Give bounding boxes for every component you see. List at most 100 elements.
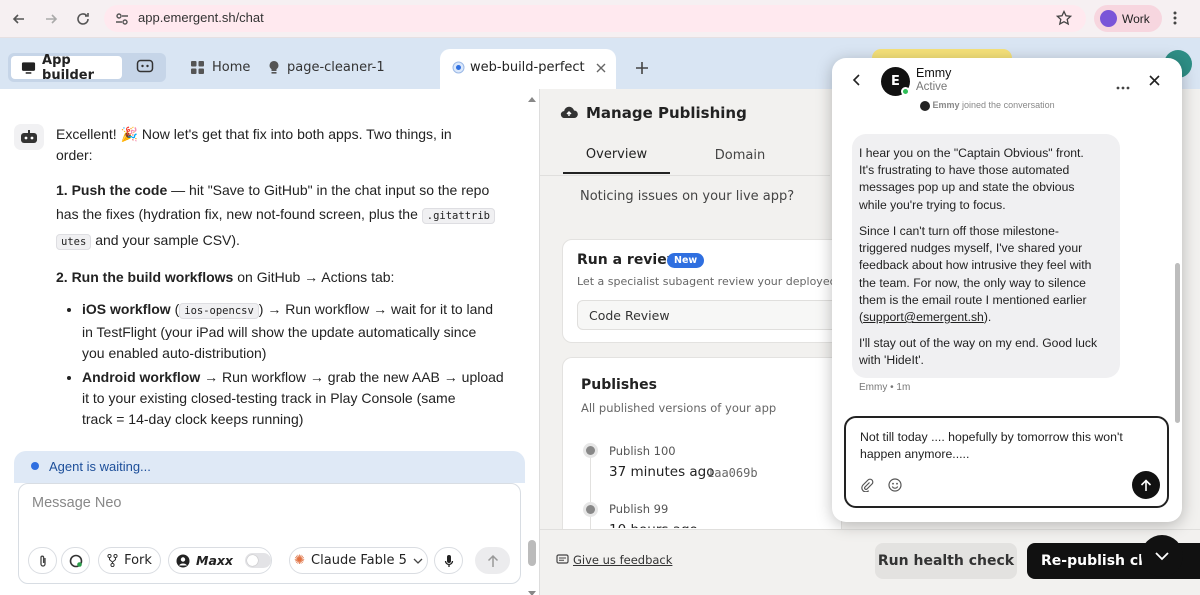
cloud-upload-icon — [560, 105, 578, 125]
message-line: Excellent! 🎉 Now let's get that fix into… — [56, 126, 452, 142]
joined-text: joined the conversation — [959, 100, 1055, 110]
site-settings-icon[interactable] — [114, 11, 130, 31]
fork-button[interactable]: Fork — [98, 547, 161, 574]
message-text: — hit "Save to GitHub" in the chat input… — [167, 182, 490, 198]
message-line: I hear you on the "Captain Obvious" fron… — [859, 146, 1084, 160]
step-heading: 1. Push the code — [56, 182, 168, 198]
message-line: triggered nudges myself, I've shared you… — [859, 241, 1083, 256]
message-line: you enabled auto-distribution) — [82, 345, 267, 361]
browser-toolbar: app.emergent.sh/chat Work — [0, 0, 1200, 38]
back-icon[interactable] — [8, 8, 30, 30]
emoji-icon[interactable] — [888, 478, 902, 496]
github-icon — [69, 554, 82, 567]
send-button[interactable] — [475, 547, 510, 574]
inline-code: utes — [56, 234, 92, 250]
chat-mode-icon[interactable] — [136, 59, 154, 79]
online-status-dot — [901, 87, 910, 96]
list-item: Android workflow → Run workflow → grab t… — [82, 367, 521, 430]
app-builder-button[interactable]: App builder — [11, 53, 122, 83]
close-tab-icon[interactable] — [596, 61, 606, 77]
feedback-link[interactable]: Give us feedback — [573, 553, 672, 567]
agent-status: Active — [916, 81, 948, 93]
more-options-icon[interactable] — [1116, 78, 1130, 94]
arrow-up-icon — [1140, 478, 1152, 491]
message-line: them is the email route I mentioned earl… — [859, 292, 1087, 307]
new-tab-icon[interactable] — [634, 60, 650, 80]
arrow-up-icon — [487, 554, 498, 567]
scroll-up-arrow-icon[interactable] — [528, 90, 536, 102]
joined-name: Emmy — [932, 100, 960, 110]
tab-page-cleaner[interactable]: page-cleaner-1 — [268, 53, 385, 82]
close-chat-icon[interactable] — [1149, 74, 1160, 90]
scroll-down-arrow-icon[interactable] — [528, 585, 536, 595]
profile-button[interactable]: Work — [1094, 5, 1162, 32]
joined-notice: Emmy joined the conversation — [920, 100, 1055, 111]
sparkle-icon: ✺ — [294, 553, 306, 568]
promo-banner[interactable] — [872, 49, 1012, 58]
url-text: app.emergent.sh/chat — [138, 10, 264, 25]
reload-icon[interactable] — [72, 8, 94, 30]
message-line: It's frustrating to have those automated — [859, 163, 1070, 178]
tab-label: Domain — [714, 147, 766, 163]
list-item-title: iOS workflow — [82, 301, 171, 317]
tab-label: web-build-perfect — [470, 60, 585, 75]
chat-scrollbar[interactable] — [528, 540, 536, 566]
fork-icon — [107, 554, 118, 567]
chat-launcher-button[interactable] — [1141, 535, 1183, 577]
message-line: order: — [56, 147, 93, 163]
agent-name: Emmy — [916, 66, 952, 80]
support-chat-widget: E Emmy Active Emmy joined the conversati… — [832, 58, 1182, 522]
inline-code: ios-opencsv — [179, 303, 259, 319]
message-paragraph: Since I can't turn off those milestone- … — [859, 223, 1120, 326]
status-dot-icon — [31, 462, 39, 470]
reply-line: Not till today .... hopefully by tomorro… — [860, 430, 1123, 444]
bookmark-star-icon[interactable] — [1055, 9, 1073, 30]
support-email-link[interactable]: support@emergent.sh — [863, 310, 984, 324]
tab-home[interactable]: Home — [190, 53, 250, 82]
message-meta: Emmy • 1m — [859, 382, 911, 393]
review-type-select[interactable]: Code Review — [577, 300, 843, 330]
agent-status-bar: Agent is waiting... — [14, 451, 525, 483]
address-bar[interactable]: app.emergent.sh/chat — [104, 5, 1086, 32]
chat-back-icon[interactable] — [852, 74, 862, 90]
new-badge: New — [667, 253, 705, 268]
message-text: → Run workflow → grab the new AAB → uplo… — [200, 369, 504, 385]
tab-domain[interactable]: Domain — [690, 136, 790, 174]
tab-overview[interactable]: Overview — [563, 136, 670, 174]
inline-code: .gitattrib — [421, 208, 495, 224]
feedback-icon — [556, 554, 569, 570]
attach-button[interactable] — [28, 547, 57, 574]
toggle-switch[interactable] — [245, 553, 271, 568]
chevron-down-icon — [1155, 551, 1169, 560]
publish-hash: 1aa069b — [707, 466, 758, 480]
attach-file-icon[interactable] — [860, 478, 874, 496]
tab-web-build-perfect[interactable]: web-build-perfect — [440, 49, 616, 89]
paperclip-icon — [39, 555, 46, 567]
github-button[interactable] — [61, 547, 90, 574]
reply-text[interactable]: Not till today .... hopefully by tomorro… — [860, 429, 1160, 463]
chat-scrollbar[interactable] — [1175, 263, 1180, 423]
message-input[interactable]: Message Neo — [32, 495, 502, 511]
maxx-toggle[interactable]: Maxx — [168, 547, 272, 574]
chat-reply-input[interactable]: Not till today .... hopefully by tomorro… — [844, 416, 1169, 508]
message-paragraph: I'll stay out of the way on my end. Good… — [859, 335, 1120, 369]
message-line: Since I can't turn off those milestone- — [859, 224, 1059, 238]
chevron-down-icon — [413, 558, 423, 564]
step-heading: 2. Run the build workflows — [56, 269, 234, 285]
send-reply-button[interactable] — [1132, 471, 1160, 499]
message-line: feedback about how intrusive they feel w… — [859, 258, 1092, 273]
model-selector[interactable]: ✺ Claude Fable 5 — [289, 547, 428, 574]
review-card: Run a review New Let a specialist subage… — [562, 239, 843, 343]
message-text: has the fixes (hydration fix, new not-fo… — [56, 206, 418, 222]
joined-avatar — [920, 100, 930, 111]
message-paragraph: I hear you on the "Captain Obvious" fron… — [859, 145, 1120, 214]
run-health-check-button[interactable]: Run health check — [875, 543, 1017, 579]
message-line: with 'HideIt'. — [859, 353, 924, 368]
voice-button[interactable] — [434, 547, 463, 574]
message-text: ). — [983, 310, 992, 325]
mode-switcher: App builder — [8, 53, 166, 83]
grid-icon — [191, 61, 204, 74]
publish-name: Publish 100 — [609, 444, 676, 458]
forward-icon[interactable] — [40, 8, 62, 30]
browser-menu-icon[interactable] — [1172, 10, 1178, 30]
